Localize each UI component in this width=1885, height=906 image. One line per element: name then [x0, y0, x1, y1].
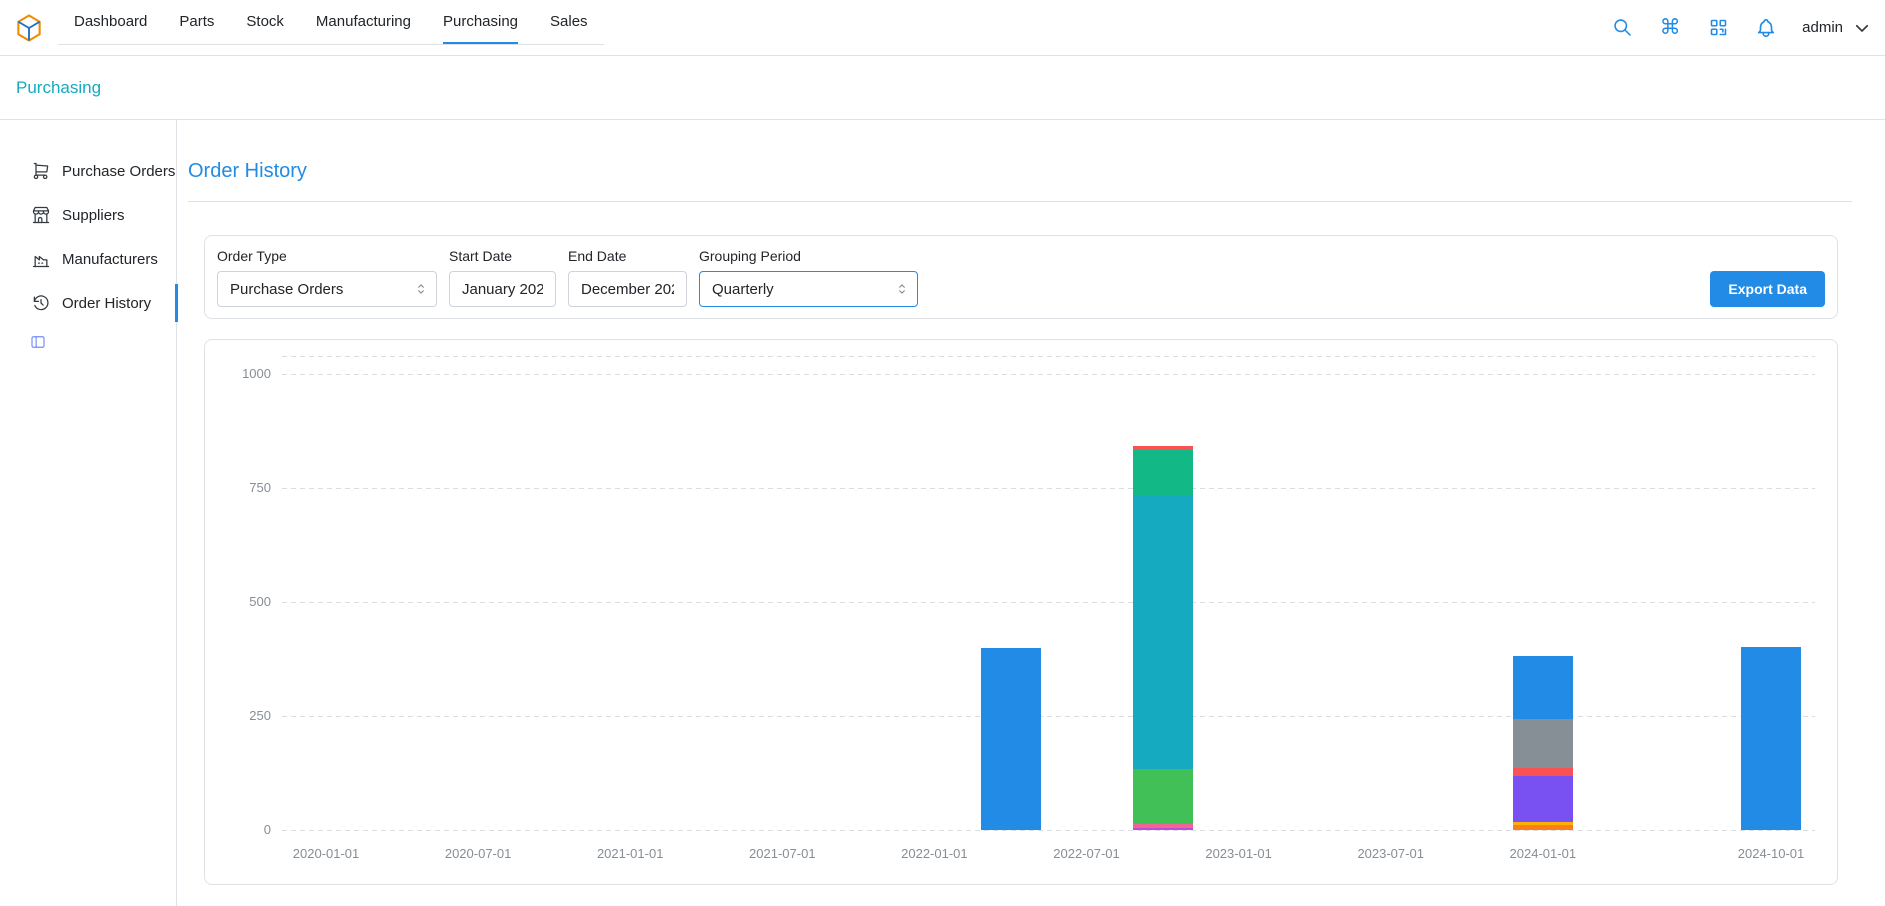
chevron-down-icon [1853, 19, 1871, 37]
page-title: Order History [188, 160, 1885, 183]
bar-segment [1513, 822, 1573, 826]
x-axis-tick-label: 2024-10-01 [1706, 846, 1836, 861]
y-axis-tick-label: 750 [205, 480, 271, 495]
sidebar: Purchase Orders Suppliers Manufacturers [0, 120, 177, 906]
spotlight-button[interactable]: ⌘ [1658, 16, 1682, 40]
search-icon [1612, 17, 1633, 38]
tab-purchasing[interactable]: Purchasing [427, 0, 534, 44]
y-axis-tick-label: 1000 [205, 366, 271, 381]
building-store-icon [31, 205, 51, 225]
command-icon: ⌘ [1660, 17, 1681, 38]
x-axis-tick-label: 2023-01-01 [1174, 846, 1304, 861]
sidebar-item-suppliers[interactable]: Suppliers [0, 193, 176, 237]
username: admin [1802, 19, 1843, 36]
tab-parts[interactable]: Parts [163, 0, 230, 44]
x-axis-tick-label: 2022-01-01 [869, 846, 999, 861]
order-type-select[interactable]: Purchase Orders [217, 271, 437, 307]
bar-segment [1133, 824, 1193, 828]
end-date-label: End Date [568, 248, 687, 264]
chart-gridline [282, 374, 1815, 375]
grouping-period-label: Grouping Period [699, 248, 918, 264]
sidebar-item-label: Order History [62, 295, 151, 312]
chart-card: 0 250 500 750 1000 2020-01-01 2020-07-01 2021-0… [204, 339, 1838, 885]
bar-segment [1513, 719, 1573, 768]
content: Purchase Orders Suppliers Manufacturers [0, 120, 1885, 906]
x-axis-tick-label: 2021-07-01 [717, 846, 847, 861]
bar-segment [981, 648, 1041, 830]
grouping-period-value: Quarterly [712, 281, 774, 298]
end-date-input[interactable] [568, 271, 687, 307]
shopping-cart-icon [31, 161, 51, 181]
bar-segment [1133, 769, 1193, 824]
sidebar-collapse-button[interactable] [29, 333, 47, 354]
select-chevrons-icon [414, 282, 428, 296]
sidebar-item-purchase-orders[interactable]: Purchase Orders [0, 149, 176, 193]
export-data-button[interactable]: Export Data [1710, 271, 1825, 307]
search-button[interactable] [1610, 16, 1634, 40]
breadcrumb: Purchasing [0, 56, 1885, 120]
tab-sales[interactable]: Sales [534, 0, 604, 44]
page: Dashboard Parts Stock Manufacturing Purc… [0, 0, 1885, 906]
sidebar-panel-icon [29, 333, 47, 351]
start-date-group: Start Date [449, 248, 556, 307]
chart-plot: 0 250 500 750 1000 2020-01-01 2020-07-01 2021-0… [205, 340, 1837, 884]
y-axis-tick-label: 0 [205, 822, 271, 837]
qr-scan-icon [1708, 17, 1729, 38]
chart-gridline [282, 716, 1815, 717]
bell-icon [1755, 17, 1777, 39]
x-axis-tick-label: 2021-01-01 [565, 846, 695, 861]
start-date-input[interactable] [449, 271, 556, 307]
order-type-group: Order Type Purchase Orders [217, 248, 437, 307]
sidebar-item-label: Manufacturers [62, 251, 158, 268]
grouping-period-group: Grouping Period Quarterly [699, 248, 918, 307]
breadcrumb-purchasing[interactable]: Purchasing [16, 78, 101, 98]
tab-dashboard[interactable]: Dashboard [58, 0, 163, 44]
bar-segment [1513, 825, 1573, 830]
sidebar-item-manufacturers[interactable]: Manufacturers [0, 237, 176, 281]
notifications-button[interactable] [1754, 16, 1778, 40]
sidebar-item-label: Purchase Orders [62, 163, 175, 180]
history-icon [31, 293, 51, 313]
sidebar-item-order-history[interactable]: Order History [0, 281, 176, 325]
filter-panel: Order Type Purchase Orders Start Date En… [204, 235, 1838, 319]
chart-gridline [282, 830, 1815, 831]
inventree-logo-icon [14, 13, 44, 43]
bar-segment [1133, 446, 1193, 451]
header-actions: ⌘ admin [1610, 0, 1885, 55]
tab-manufacturing[interactable]: Manufacturing [300, 0, 427, 44]
scan-button[interactable] [1706, 16, 1730, 40]
bar-segment [1513, 776, 1573, 822]
x-axis-tick-label: 2020-01-01 [261, 846, 391, 861]
bar-segment [1513, 656, 1573, 719]
start-date-label: Start Date [449, 248, 556, 264]
select-chevrons-icon [895, 282, 909, 296]
y-axis-tick-label: 250 [205, 708, 271, 723]
chart-gridline [282, 488, 1815, 489]
bar-segment [1133, 496, 1193, 770]
tab-stock[interactable]: Stock [230, 0, 300, 44]
bar-segment [1133, 450, 1193, 496]
order-type-label: Order Type [217, 248, 437, 264]
chart-gridline [282, 356, 1815, 357]
x-axis-tick-label: 2023-07-01 [1326, 846, 1456, 861]
factory-icon [31, 249, 51, 269]
x-axis-tick-label: 2022-07-01 [1022, 846, 1152, 861]
main-nav-tabs: Dashboard Parts Stock Manufacturing Purc… [58, 0, 604, 45]
app-header: Dashboard Parts Stock Manufacturing Purc… [0, 0, 1885, 56]
end-date-group: End Date [568, 248, 687, 307]
main-panel: Order History Order Type Purchase Orders… [177, 120, 1885, 906]
app-logo[interactable] [14, 0, 44, 55]
order-type-value: Purchase Orders [230, 281, 343, 298]
y-axis-tick-label: 500 [205, 594, 271, 609]
grouping-period-select[interactable]: Quarterly [699, 271, 918, 307]
bar-segment [1133, 828, 1193, 830]
x-axis-tick-label: 2024-01-01 [1478, 846, 1608, 861]
bar-segment [1513, 768, 1573, 776]
title-divider [188, 201, 1852, 202]
bar-segment [1741, 647, 1801, 830]
chart-gridline [282, 602, 1815, 603]
sidebar-item-label: Suppliers [62, 207, 125, 224]
user-menu[interactable]: admin [1802, 19, 1871, 37]
x-axis-tick-label: 2020-07-01 [413, 846, 543, 861]
